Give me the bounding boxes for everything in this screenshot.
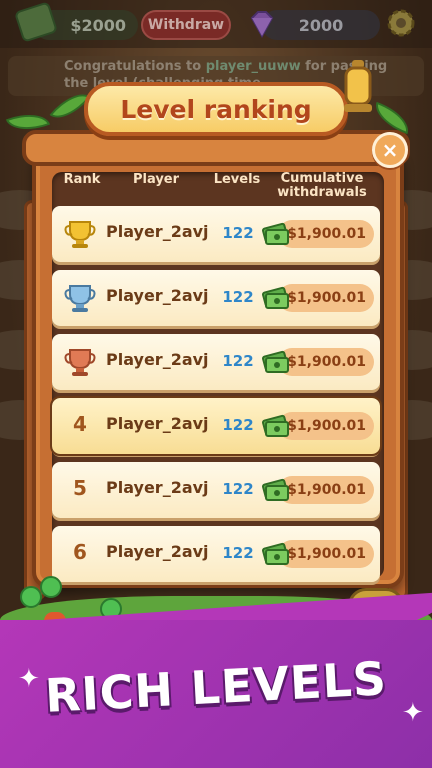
row-withdrawal-amount: $1,900.01: [278, 348, 374, 376]
gem-icon: [250, 11, 274, 39]
row-player-name: Player_2avj: [106, 286, 209, 305]
row-rank: 6: [73, 540, 87, 564]
row-player-name: Player_2avj: [106, 350, 209, 369]
ranking-row: 6 Player_2avj 122 $1,900.01: [52, 526, 380, 582]
close-icon: ×: [381, 138, 399, 162]
row-levels: 122: [222, 288, 254, 306]
row-amount-text: $1,900.01: [287, 418, 366, 434]
cash-stack-icon: [262, 286, 289, 309]
withdraw-button-label: Withdraw: [147, 17, 225, 33]
gear-icon[interactable]: [384, 6, 418, 40]
ranking-row: 5 Player_2avj 122 $1,900.01: [52, 462, 380, 518]
row-withdrawal-amount: $1,900.01: [278, 412, 374, 440]
title-banner: Level ranking: [84, 82, 348, 136]
row-rank: 5: [73, 476, 87, 500]
close-button[interactable]: ×: [372, 132, 408, 168]
cash-stack-icon: [262, 350, 289, 373]
ranking-row: Player_2avj 122 $1,900.01: [52, 206, 380, 262]
withdraw-button[interactable]: Withdraw: [141, 10, 231, 40]
row-levels: 122: [222, 224, 254, 242]
row-levels: 122: [222, 480, 254, 498]
row-player-name: Player_2avj: [106, 542, 209, 561]
row-player-name: Player_2avj: [106, 478, 209, 497]
cash-stack-icon: [262, 414, 289, 437]
row-amount-text: $1,900.01: [287, 354, 366, 370]
row-amount-text: $1,900.01: [287, 226, 366, 242]
row-amount-text: $1,900.01: [287, 546, 366, 562]
bronze-trophy-icon: [64, 349, 96, 376]
clover-decoration: [40, 576, 62, 598]
row-withdrawal-amount: $1,900.01: [278, 540, 374, 568]
cash-balance-value: $2000: [70, 15, 126, 35]
row-levels: 122: [222, 544, 254, 562]
ranking-row-highlighted: 4 Player_2avj 122 $1,900.01: [50, 396, 382, 456]
panel-title: Level ranking: [120, 94, 312, 124]
column-header-rank: Rank: [63, 172, 101, 187]
row-levels: 122: [222, 352, 254, 370]
cash-stack-icon: [262, 478, 289, 501]
column-header-levels: Levels: [213, 172, 261, 187]
row-player-name: Player_2avj: [106, 222, 209, 241]
row-amount-text: $1,900.01: [287, 482, 366, 498]
row-withdrawal-amount: $1,900.01: [278, 284, 374, 312]
gold-trophy-icon: [64, 221, 96, 248]
row-levels: 122: [222, 416, 254, 434]
column-header-cumulative: Cumulative withdrawals: [277, 171, 367, 200]
notice-prefix: Congratulations to: [64, 59, 206, 74]
column-header-player: Player: [132, 172, 180, 187]
ranking-row: Player_2avj 122 $1,900.01: [52, 334, 380, 390]
gem-balance-value: 2000: [298, 15, 344, 35]
clover-decoration: [20, 586, 42, 608]
silver-trophy-icon: [64, 285, 96, 312]
row-player-name: Player_2avj: [106, 414, 209, 433]
notice-player-name: player_uuww: [205, 59, 301, 74]
row-withdrawal-amount: $1,900.01: [278, 220, 374, 248]
cash-stack-icon: [262, 542, 289, 565]
gem-balance: 2000: [262, 10, 380, 40]
row-withdrawal-amount: $1,900.01: [278, 476, 374, 504]
lantern-icon: [344, 60, 372, 112]
row-rank: 4: [73, 412, 87, 436]
ranking-row: Player_2avj 122 $1,900.01: [52, 270, 380, 326]
row-amount-text: $1,900.01: [287, 290, 366, 306]
cash-stack-icon: [262, 222, 289, 245]
